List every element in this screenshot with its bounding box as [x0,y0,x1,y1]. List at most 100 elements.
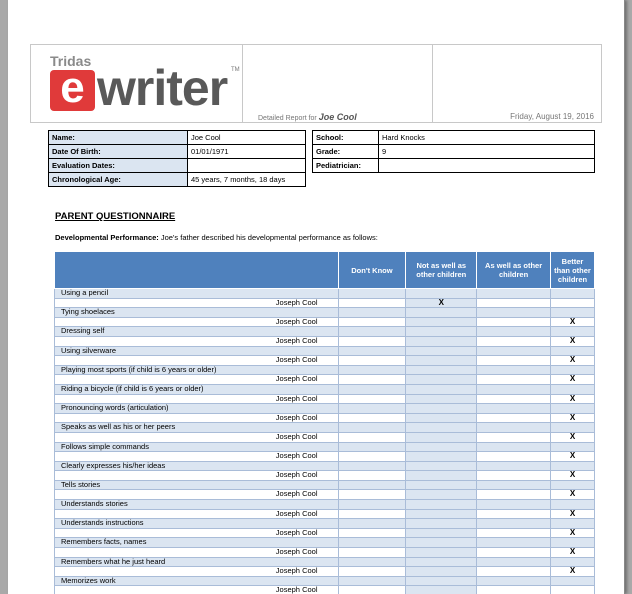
question-label: Tying shoelaces [54,307,339,318]
question-cell [337,307,407,318]
question-cell [337,575,407,587]
question-cell [550,403,595,414]
answer-mark [476,489,551,501]
question-cell [405,307,478,318]
question-cell [405,422,478,433]
question-cell [476,575,551,587]
answer-mark [476,335,551,347]
answer-mark [476,393,551,405]
answer-mark [550,585,595,594]
question-cell [337,383,407,395]
age-label: Chronological Age: [48,172,188,187]
question-cell [476,288,551,299]
question-cell [476,307,551,318]
logo-e-mark: e [50,66,95,111]
question-row: Follows simple commands [54,441,595,453]
question-cell [337,537,407,549]
answer-mark [405,527,478,539]
question-cell [337,518,407,529]
question-cell [476,326,551,337]
question-row: Pronouncing words (articulation) [54,403,595,414]
answer-row: Joseph Cool X [54,431,595,443]
question-cell [550,575,595,587]
question-cell [550,383,595,395]
questionnaire-table: Don't Know Not as well as other children… [54,251,595,594]
question-cell [476,364,551,376]
logo-trademark: TM [231,67,240,73]
answer-mark [476,508,551,520]
question-row: Clearly expresses his/her ideas [54,460,595,472]
answer-mark [405,508,478,520]
report-title: Detailed Report for Joe Cool [258,112,357,122]
answer-mark [405,393,478,405]
answer-mark [337,335,407,347]
pediatrician-value [378,158,595,173]
header-divider [432,45,433,122]
respondent-name: Joseph Cool [54,451,339,462]
question-label: Understands instructions [54,518,339,529]
answer-mark: X [550,355,595,366]
developmental-performance-intro: Developmental Performance: Joe's father … [55,233,378,242]
pediatrician-label: Pediatrician: [312,158,379,173]
question-row: Tells stories [54,479,595,491]
answer-mark [476,297,551,309]
question-cell [405,441,478,453]
question-row: Remembers what he just heard [54,556,595,568]
question-cell [405,383,478,395]
header-better-than: Better than other children [550,251,595,289]
question-cell [476,556,551,568]
grade-label: Grade: [312,144,379,159]
question-cell [337,479,407,491]
respondent-name: Joseph Cool [54,470,339,481]
respondent-name: Joseph Cool [54,335,339,347]
answer-mark [476,316,551,328]
question-label: Pronouncing words (articulation) [54,403,339,414]
answer-mark [476,566,551,577]
answer-mark [405,547,478,558]
question-label: Understands stories [54,499,339,510]
question-cell [337,499,407,510]
eval-dates-label: Evaluation Dates: [48,158,188,173]
question-cell [405,575,478,587]
respondent-name: Joseph Cool [54,547,339,558]
answer-mark [476,470,551,481]
answer-mark [476,431,551,443]
question-cell [405,556,478,568]
question-cell [405,537,478,549]
answer-mark [405,355,478,366]
devperf-label: Developmental Performance: [55,233,159,242]
question-cell [476,479,551,491]
answer-mark: X [550,316,595,328]
question-row: Understands instructions [54,518,595,529]
question-cell [476,518,551,529]
answer-mark: X [550,431,595,443]
question-row: Tying shoelaces [54,307,595,318]
question-cell [405,479,478,491]
question-row: Understands stories [54,499,595,510]
answer-mark [405,335,478,347]
school-label: School: [312,130,379,145]
answer-row: Joseph Cool X [54,470,595,481]
answer-mark: X [550,393,595,405]
question-cell [476,383,551,395]
answer-mark: X [550,527,595,539]
name-value: Joe Cool [187,130,306,145]
answer-row: Joseph Cool X [54,451,595,462]
answer-mark [476,585,551,594]
question-cell [405,326,478,337]
school-value: Hard Knocks [378,130,595,145]
question-cell [550,422,595,433]
question-row: Using silverware [54,345,595,357]
respondent-name: Joseph Cool [54,355,339,366]
report-name: Joe Cool [318,112,357,122]
answer-mark: X [550,470,595,481]
answer-mark [476,412,551,424]
answer-mark [476,355,551,366]
respondent-name: Joseph Cool [54,585,339,594]
question-cell [337,364,407,376]
question-row: Memorizes work [54,575,595,587]
answer-mark [337,527,407,539]
answer-row: Joseph Cool X [54,335,595,347]
question-cell [476,422,551,433]
answer-mark [476,451,551,462]
